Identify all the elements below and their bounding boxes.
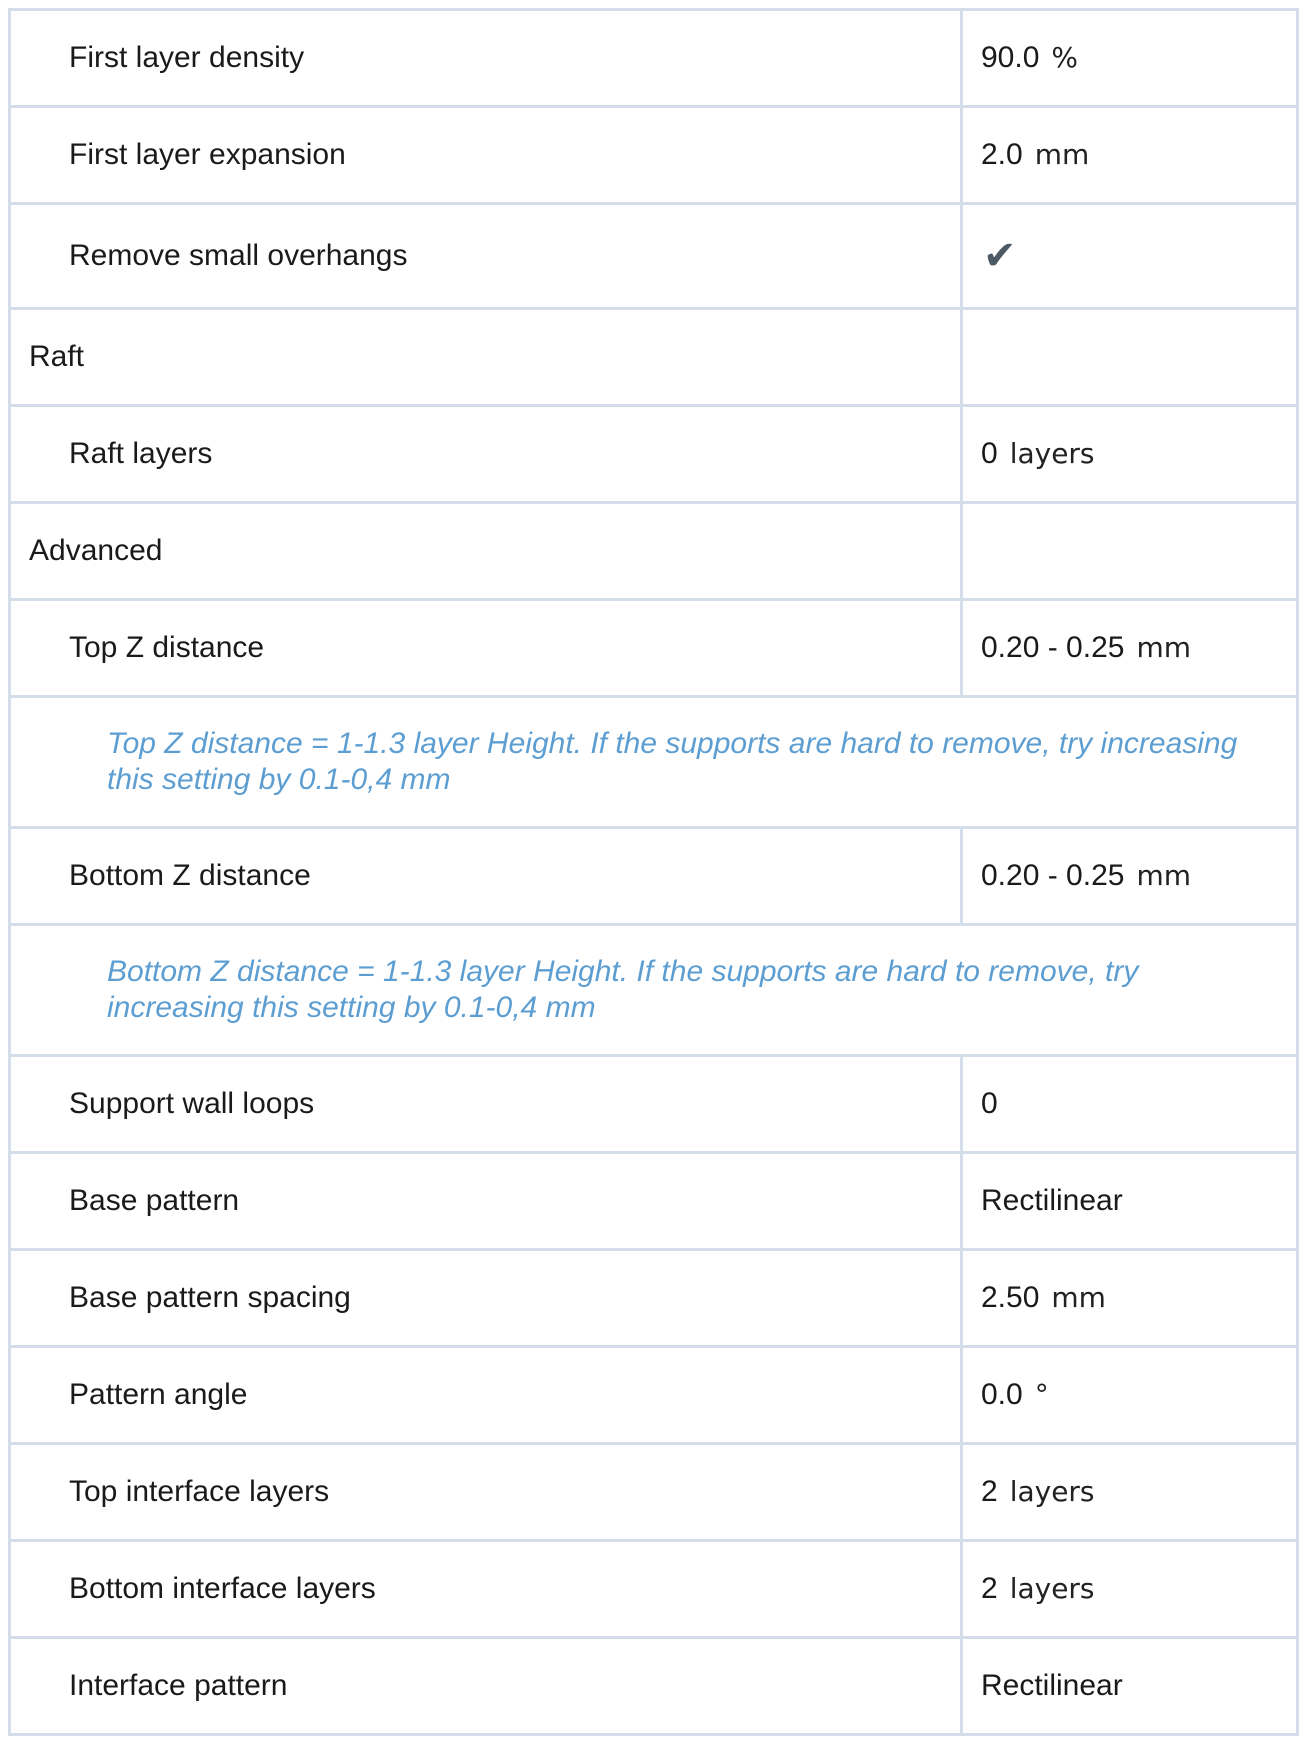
setting-row-bottom-z-distance: Bottom Z distance 0.20 - 0.25 mm: [8, 826, 1299, 926]
value-number: 90.0: [981, 41, 1040, 74]
note-row-bottom-z-distance: Bottom Z distance = 1-1.3 layer Height. …: [8, 923, 1299, 1057]
setting-value: ✔: [960, 202, 1299, 310]
value-unit: layers: [1009, 1475, 1095, 1508]
value-unit: mm: [1051, 1281, 1106, 1314]
value-number: 2.50: [981, 1281, 1040, 1314]
setting-label: Top Z distance: [8, 598, 963, 698]
setting-value: 0 layers: [960, 404, 1299, 504]
setting-row-pattern-angle: Pattern angle 0.0 °: [8, 1345, 1299, 1445]
setting-value: Rectilinear: [960, 1151, 1299, 1251]
setting-label: Raft layers: [8, 404, 963, 504]
value-number: 2: [981, 1475, 998, 1508]
setting-label: Interface pattern: [8, 1636, 963, 1736]
setting-row-support-wall-loops: Support wall loops 0: [8, 1054, 1299, 1154]
setting-value: 0.20 - 0.25 mm: [960, 826, 1299, 926]
value-number: 0.20 - 0.25: [981, 631, 1125, 664]
setting-value: 0: [960, 1054, 1299, 1154]
note-row-top-z-distance: Top Z distance = 1-1.3 layer Height. If …: [8, 695, 1299, 829]
empty-cell: [960, 501, 1299, 601]
section-row-advanced: Advanced: [8, 501, 1299, 601]
setting-label: Support wall loops: [8, 1054, 963, 1154]
value-number: 0.0: [981, 1378, 1023, 1411]
value-unit: %: [1051, 41, 1078, 74]
setting-label: First layer density: [8, 8, 963, 108]
setting-value: 2 layers: [960, 1442, 1299, 1542]
value-unit: mm: [1136, 631, 1191, 664]
setting-label: Bottom Z distance: [8, 826, 963, 926]
settings-table: First layer density 90.0% First layer ex…: [8, 8, 1299, 1736]
value-number: 2: [981, 1572, 998, 1605]
setting-row-raft-layers: Raft layers 0 layers: [8, 404, 1299, 504]
setting-note: Bottom Z distance = 1-1.3 layer Height. …: [8, 923, 1299, 1057]
value-unit: °: [1034, 1378, 1049, 1411]
setting-label: Top interface layers: [8, 1442, 963, 1542]
setting-row-bottom-interface-layers: Bottom interface layers 2 layers: [8, 1539, 1299, 1639]
setting-value: Rectilinear: [960, 1636, 1299, 1736]
setting-row-first-layer-density: First layer density 90.0%: [8, 8, 1299, 108]
value-unit: mm: [1034, 138, 1090, 171]
empty-cell: [960, 307, 1299, 407]
section-heading: Raft: [8, 307, 963, 407]
section-heading: Advanced: [8, 501, 963, 601]
setting-value: 2 layers: [960, 1539, 1299, 1639]
value-number: 0: [981, 437, 998, 470]
setting-value: 2.50 mm: [960, 1248, 1299, 1348]
value-number: 2.0: [981, 138, 1023, 171]
setting-row-first-layer-expansion: First layer expansion 2.0 mm: [8, 105, 1299, 205]
setting-label: Remove small overhangs: [8, 202, 963, 310]
setting-label: First layer expansion: [8, 105, 963, 205]
setting-value: 0.0 °: [960, 1345, 1299, 1445]
setting-label: Bottom interface layers: [8, 1539, 963, 1639]
setting-row-remove-small-overhangs: Remove small overhangs ✔: [8, 202, 1299, 310]
setting-row-interface-pattern: Interface pattern Rectilinear: [8, 1636, 1299, 1736]
value-unit: layers: [1009, 437, 1095, 470]
value-number: 0.20 - 0.25: [981, 859, 1125, 892]
setting-row-top-z-distance: Top Z distance 0.20 - 0.25 mm: [8, 598, 1299, 698]
section-row-raft: Raft: [8, 307, 1299, 407]
setting-row-base-pattern-spacing: Base pattern spacing 2.50 mm: [8, 1248, 1299, 1348]
setting-label: Pattern angle: [8, 1345, 963, 1445]
checkmark-icon: ✔: [983, 233, 1017, 279]
setting-row-top-interface-layers: Top interface layers 2 layers: [8, 1442, 1299, 1542]
value-unit: layers: [1009, 1572, 1095, 1605]
value-unit: mm: [1136, 859, 1191, 892]
setting-label: Base pattern spacing: [8, 1248, 963, 1348]
value-text: Rectilinear: [981, 1669, 1123, 1702]
value-number: 0: [981, 1087, 998, 1120]
setting-value: 0.20 - 0.25 mm: [960, 598, 1299, 698]
setting-row-base-pattern: Base pattern Rectilinear: [8, 1151, 1299, 1251]
setting-note: Top Z distance = 1-1.3 layer Height. If …: [8, 695, 1299, 829]
value-text: Rectilinear: [981, 1184, 1123, 1217]
setting-value: 2.0 mm: [960, 105, 1299, 205]
setting-value: 90.0%: [960, 8, 1299, 108]
setting-label: Base pattern: [8, 1151, 963, 1251]
